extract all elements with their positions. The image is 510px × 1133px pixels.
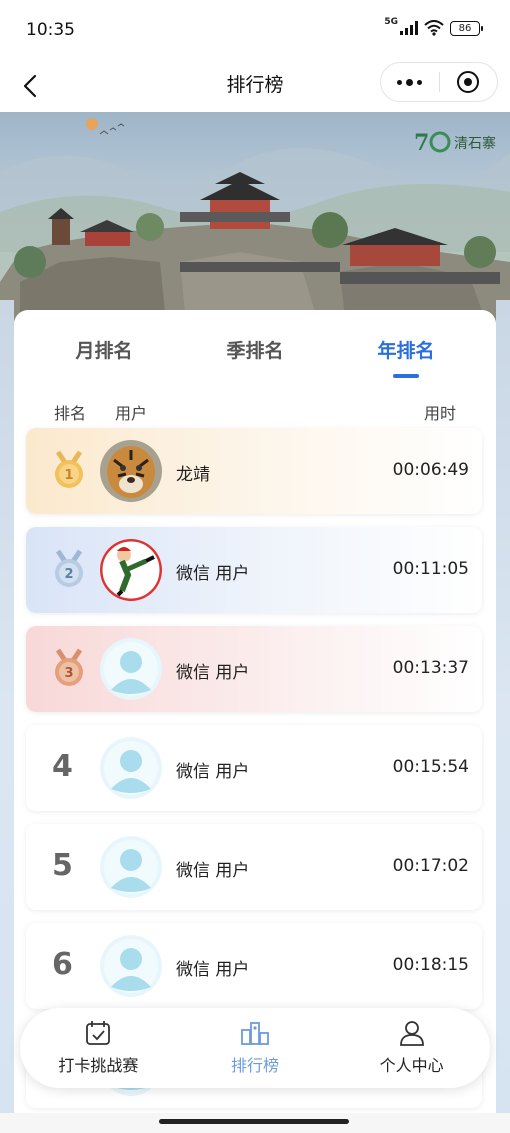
- column-user: 用户: [115, 404, 148, 423]
- side-strip-right: [496, 300, 510, 1113]
- default-avatar: [100, 935, 162, 997]
- user-name: 微信 用户: [176, 960, 250, 980]
- person-icon: [399, 1021, 424, 1046]
- user-name: 微信 用户: [176, 762, 250, 782]
- tab-yearly[interactable]: 年排名: [336, 336, 476, 363]
- rank-number: 5: [52, 848, 73, 883]
- finish-time: 00:17:02: [392, 856, 469, 876]
- ranking-card: 月排名 季排名 年排名 排名 用户 用时 1 龙靖 00:06:49 2 微信 …: [14, 310, 496, 1113]
- period-tabs: 月排名 季排名 年排名: [14, 310, 496, 390]
- more-dots-icon: [397, 78, 423, 86]
- tab-active-underline: [393, 374, 419, 378]
- tiger-avatar: [100, 440, 162, 502]
- finish-time: 00:13:37: [392, 658, 469, 678]
- avatar: [100, 836, 162, 898]
- nav-bar: 排行榜: [0, 60, 510, 112]
- mini-program-capsule: [380, 62, 498, 102]
- ranking-row-5[interactable]: 5 微信 用户 00:17:02: [26, 824, 482, 910]
- side-strip-left: [0, 300, 14, 1113]
- banner-logo-text: 清石寨: [454, 135, 496, 152]
- svg-text:2: 2: [64, 567, 73, 582]
- status-bar: 10:35 5G 86: [0, 0, 510, 60]
- svg-text:3: 3: [64, 666, 73, 681]
- close-button[interactable]: [439, 63, 497, 101]
- home-indicator[interactable]: [159, 1119, 349, 1124]
- rank-number: 4: [52, 749, 73, 784]
- user-name: 微信 用户: [176, 663, 250, 683]
- bottom-tab-bar: 打卡挑战赛 排行榜 个人中心: [20, 1008, 490, 1088]
- avatar: [100, 737, 162, 799]
- tab-quarterly[interactable]: 季排名: [185, 336, 325, 363]
- gold-medal-icon: 1: [55, 450, 83, 488]
- default-avatar: [100, 836, 162, 898]
- silver-medal-icon: 2: [55, 549, 83, 587]
- wifi-icon: [424, 20, 444, 36]
- bronze-medal-icon: 3: [55, 648, 83, 686]
- finish-time: 00:11:05: [392, 559, 469, 579]
- battery-icon: 86: [450, 20, 483, 36]
- default-avatar: [100, 737, 162, 799]
- target-circle-icon: [457, 71, 480, 93]
- user-name: 微信 用户: [176, 861, 250, 881]
- ranking-icon: [241, 1022, 269, 1045]
- tabbar-label: 打卡挑战赛: [58, 1056, 139, 1075]
- more-button[interactable]: [381, 63, 439, 101]
- svg-text:7: 7: [414, 130, 429, 156]
- rank-number: 6: [52, 947, 73, 982]
- avatar: [100, 539, 162, 601]
- calendar-check-icon: [86, 1021, 111, 1045]
- tab-monthly[interactable]: 月排名: [34, 336, 174, 363]
- ranking-row-6[interactable]: 6 微信 用户 00:18:15: [26, 923, 482, 1009]
- tabbar-label: 个人中心: [379, 1056, 444, 1075]
- ranking-row-1[interactable]: 1 龙靖 00:06:49: [26, 428, 482, 514]
- avatar: [100, 638, 162, 700]
- column-time: 用时: [424, 404, 457, 423]
- user-name: 微信 用户: [176, 564, 250, 584]
- user-name: 龙靖: [176, 465, 210, 485]
- status-time: 10:35: [26, 20, 75, 40]
- default-avatar: [100, 638, 162, 700]
- ranking-row-3[interactable]: 3 微信 用户 00:13:37: [26, 626, 482, 712]
- finish-time: 00:18:15: [392, 955, 469, 975]
- ranking-row-4[interactable]: 4 微信 用户 00:15:54: [26, 725, 482, 811]
- avatar: [100, 440, 162, 502]
- network-label: 5G: [384, 17, 398, 27]
- avatar: [100, 935, 162, 997]
- finish-time: 00:15:54: [392, 757, 469, 777]
- tabbar-label: 排行榜: [231, 1056, 280, 1075]
- svg-text:1: 1: [64, 468, 73, 483]
- status-icons: 5G 86: [384, 17, 483, 36]
- signal-icon: [400, 21, 418, 35]
- back-button[interactable]: [12, 68, 48, 104]
- column-rank: 排名: [54, 404, 87, 423]
- ranking-row-2[interactable]: 2 微信 用户 00:11:05: [26, 527, 482, 613]
- finish-time: 00:06:49: [392, 460, 469, 480]
- tabbar-checkin-challenge[interactable]: 打卡挑战赛: [20, 1008, 177, 1088]
- tabbar-ranking[interactable]: 排行榜: [177, 1008, 334, 1088]
- chevron-left-icon: [23, 74, 37, 98]
- tabbar-personal-center[interactable]: 个人中心: [333, 1008, 490, 1088]
- kick-cartoon-avatar: [100, 539, 162, 601]
